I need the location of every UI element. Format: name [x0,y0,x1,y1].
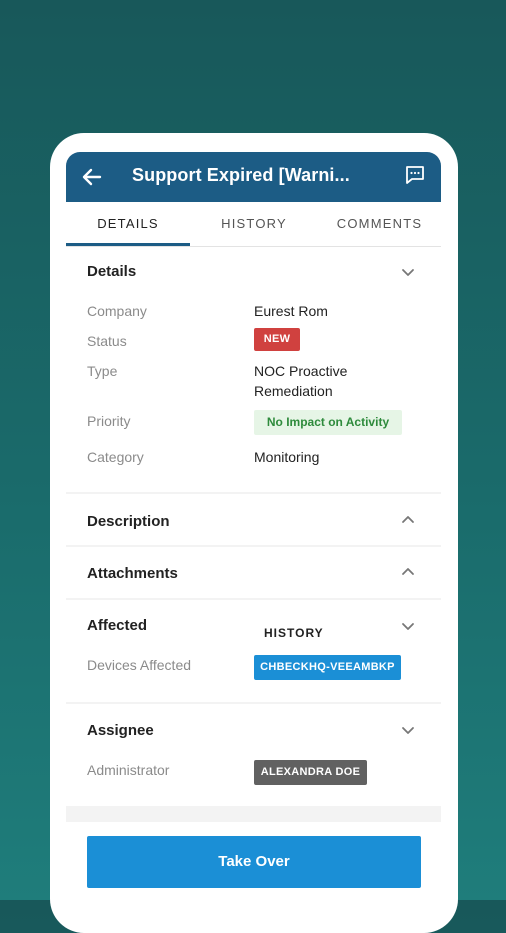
company-value: Eurest Rom [254,303,328,319]
take-over-button[interactable]: Take Over [87,836,421,888]
assignee-chip[interactable]: ALEXANDRA DOE [254,760,367,785]
status-label: Status [87,333,127,349]
action-bar: Take Over [66,822,441,900]
app-screen: Support Expired [Warni... DETAILS HISTOR… [66,152,441,900]
arrow-left-icon[interactable] [80,165,104,189]
chevron-up-icon[interactable] [400,564,416,580]
tab-bar: DETAILS HISTORY COMMENTS [66,202,441,247]
assignee-section: Assignee Administrator ALEXANDRA DOE [66,704,441,806]
attachments-section[interactable]: Attachments [66,547,441,598]
type-label: Type [87,363,118,379]
description-section[interactable]: Description [66,494,441,545]
devices-affected-label: Devices Affected [87,657,192,673]
tab-history[interactable]: HISTORY [190,202,318,246]
type-value-line1: NOC Proactive [254,363,348,379]
details-section: Details Company Eurest Rom Status NEW Ty… [66,247,441,492]
chevron-down-icon[interactable] [400,722,416,738]
chevron-down-icon[interactable] [400,618,416,634]
page-title: Support Expired [Warni... [132,165,350,185]
category-value: Monitoring [254,449,320,465]
company-label: Company [87,303,147,319]
tab-details[interactable]: DETAILS [66,202,190,246]
history-link[interactable]: HISTORY [264,626,324,640]
chevron-up-icon[interactable] [400,512,416,528]
device-chip[interactable]: CHBECKHQ-VEEAMBKP [254,655,401,680]
status-badge: NEW [254,328,300,351]
details-section-title[interactable]: Details [87,263,136,280]
attachments-section-title[interactable]: Attachments [87,565,178,582]
chat-bubble-icon[interactable] [404,164,426,186]
app-bar: Support Expired [Warni... [66,152,441,202]
priority-badge: No Impact on Activity [254,410,402,435]
priority-label: Priority [87,413,131,429]
description-section-title[interactable]: Description [87,513,170,530]
tab-comments[interactable]: COMMENTS [318,202,441,246]
chevron-down-icon[interactable] [400,264,416,280]
type-value-line2: Remediation [254,383,333,399]
category-label: Category [87,449,144,465]
affected-section-title[interactable]: Affected [87,617,147,634]
assignee-section-title[interactable]: Assignee [87,722,154,739]
administrator-label: Administrator [87,762,170,778]
active-tab-indicator [66,243,190,246]
affected-section: Affected HISTORY Devices Affected CHBECK… [66,600,441,702]
